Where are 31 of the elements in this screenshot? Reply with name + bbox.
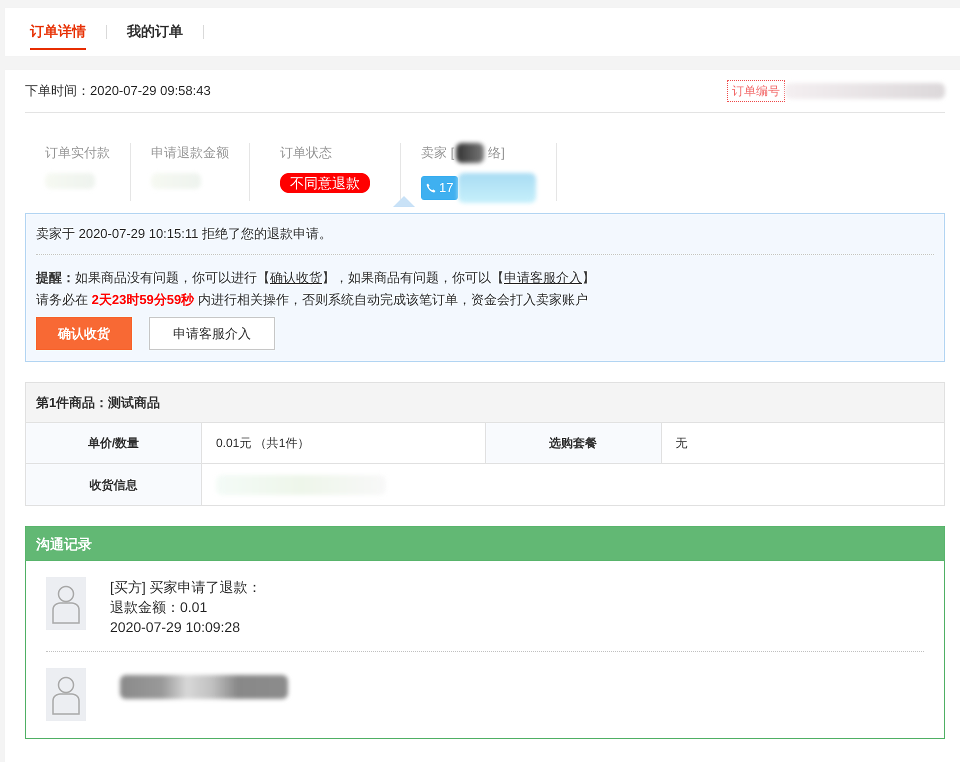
- field-label: 选购套餐: [486, 423, 662, 463]
- blurred-text: [456, 143, 484, 163]
- log-line: 2020-07-29 10:09:28: [110, 618, 241, 637]
- support-button[interactable]: 申请客服介入: [149, 317, 275, 350]
- summary-label: 申请退款金额: [151, 144, 229, 162]
- notice-message: 卖家于 2020-07-29 10:15:11 拒绝了您的退款申请。: [36, 224, 934, 254]
- log-line: [买方] 买家申请了退款：: [110, 578, 262, 597]
- phone-badge: 17: [421, 176, 458, 200]
- avatar-icon: [46, 668, 86, 721]
- seller-label: 络]: [488, 144, 505, 162]
- field-label: 收货信息: [26, 464, 202, 505]
- order-time: 下单时间：2020-07-29 09:58:43: [25, 82, 211, 100]
- tab[interactable]: 订单详情: [30, 14, 86, 50]
- order-number-label: 订单编号: [727, 80, 785, 102]
- summary-label: 订单实付款: [45, 144, 110, 162]
- summary-label: 订单状态: [280, 144, 333, 162]
- deadline-text: 请务必在 2天23时59分59秒 内进行相关操作，否则系统自动完成该笔订单，资金会打入卖家账户: [36, 290, 589, 308]
- field-label: 单价/数量: [26, 423, 202, 463]
- field-value: 无: [674, 435, 688, 452]
- log-title: 沟通记录: [26, 527, 944, 561]
- reminder-text: 提醒：如果商品没有问题，你可以进行【确认收货】，如果商品有问题，你可以【申请客服介入】: [36, 268, 596, 286]
- status-badge: 不同意退款: [280, 172, 370, 192]
- product-title: 第1件商品：测试商品: [26, 383, 944, 423]
- pointer-arrow: [393, 196, 415, 207]
- tab[interactable]: 我的订单: [127, 14, 183, 50]
- avatar-icon: [46, 577, 86, 630]
- text-link[interactable]: 申请客服介入: [504, 270, 582, 284]
- seller-label: 卖家 [: [421, 144, 454, 162]
- log-line: 退款金额：0.01: [110, 598, 208, 617]
- text-link[interactable]: 确认收货: [270, 270, 322, 284]
- phone-icon: [426, 183, 436, 193]
